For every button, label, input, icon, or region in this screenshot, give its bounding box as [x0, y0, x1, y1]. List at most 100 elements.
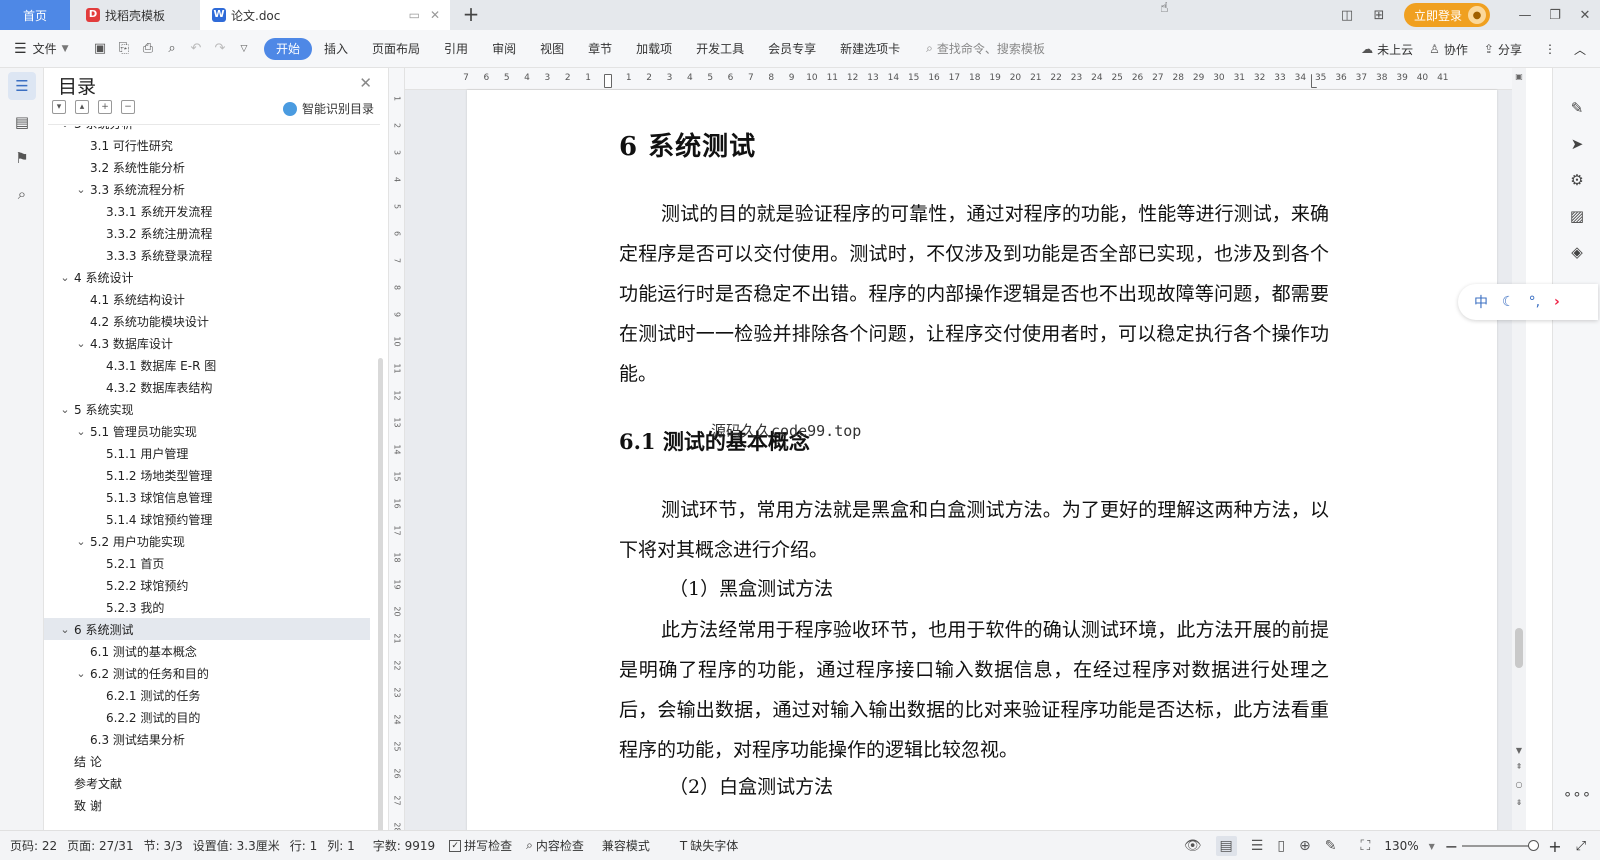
toc-item[interactable]: 参考文献: [44, 772, 370, 794]
select-browse-icon[interactable]: ○: [1512, 780, 1526, 789]
toc-item[interactable]: 3.3.3 系统登录流程: [44, 244, 370, 266]
toc-item[interactable]: 5.2.3 我的: [44, 596, 370, 618]
toc-item[interactable]: 致 谢: [44, 794, 370, 816]
cloud-status-button[interactable]: ☁ 未上云: [1361, 41, 1413, 58]
toc-item[interactable]: 4.2 系统功能模块设计: [44, 310, 370, 332]
toc-item[interactable]: 6.2.1 测试的任务: [44, 684, 370, 706]
prev-page-icon[interactable]: ⇞: [1512, 762, 1526, 771]
spell-check-button[interactable]: ✓ 拼写检查: [449, 837, 512, 854]
toc-item[interactable]: ⌄ 5 系统实现: [44, 398, 370, 420]
chevron-down-icon[interactable]: ⌄: [58, 271, 72, 284]
toc-item[interactable]: 4.1 系统结构设计: [44, 288, 370, 310]
print-preview-icon[interactable]: ⌕: [160, 37, 184, 61]
image-icon[interactable]: ▨: [1565, 204, 1589, 228]
remove-heading-icon[interactable]: −: [121, 100, 135, 114]
window-close-icon[interactable]: ✕: [1570, 8, 1600, 23]
chevron-down-icon[interactable]: ⌄: [58, 126, 72, 130]
indent-marker[interactable]: [604, 74, 612, 88]
web-view-icon[interactable]: ⊕: [1299, 838, 1311, 854]
next-page-icon[interactable]: ⇟: [1512, 798, 1526, 807]
add-heading-icon[interactable]: +: [98, 100, 112, 114]
toc-item[interactable]: ⌄3 系统分析: [44, 126, 370, 134]
collapse-ribbon-icon[interactable]: ︿: [1574, 41, 1586, 58]
ribbon-tab[interactable]: 会员专享: [756, 38, 828, 60]
file-menu-button[interactable]: ☰ 文件 ▼: [14, 40, 88, 57]
ribbon-tab[interactable]: 加载项: [624, 38, 684, 60]
chevron-right-icon[interactable]: ›: [1554, 294, 1560, 310]
chevron-down-icon[interactable]: ⌄: [74, 667, 88, 680]
export-pdf-icon[interactable]: ⎘: [112, 37, 136, 61]
toc-item[interactable]: ⌄ 3.3 系统流程分析: [44, 178, 370, 200]
chapter-nav-icon[interactable]: ▤: [8, 108, 36, 136]
more-options-icon[interactable]: ⋮: [1544, 42, 1556, 56]
ribbon-tab[interactable]: 章节: [576, 38, 624, 60]
zoom-slider-knob[interactable]: [1528, 840, 1540, 851]
document-page[interactable]: 6 系统测试 测试的目的就是验证程序的可靠性，通过对程序的功能，性能等进行测试，…: [467, 90, 1497, 830]
toc-item[interactable]: 5.1.3 球馆信息管理: [44, 486, 370, 508]
missing-font-button[interactable]: T 缺失字体: [680, 837, 738, 854]
find-icon[interactable]: ⌕: [8, 180, 36, 208]
chevron-down-icon[interactable]: ⌄: [74, 425, 88, 438]
zoom-in-icon[interactable]: +: [1548, 837, 1561, 856]
zoom-dropdown-icon[interactable]: ▼: [1429, 842, 1435, 851]
outline-view-icon[interactable]: ☰: [1251, 838, 1264, 854]
ribbon-tab[interactable]: 页面布局: [360, 38, 432, 60]
toc-item[interactable]: ⌄ 5.1 管理员功能实现: [44, 420, 370, 442]
toc-item[interactable]: ⌄ 6.2 测试的任务和目的: [44, 662, 370, 684]
content-check-button[interactable]: ⌕ 内容检查: [526, 837, 584, 854]
zoom-out-icon[interactable]: −: [1445, 837, 1458, 856]
chevron-down-icon[interactable]: ⌄: [74, 183, 88, 196]
layout-icon[interactable]: ◫: [1336, 5, 1358, 25]
toc-item[interactable]: 5.1.2 场地类型管理: [44, 464, 370, 486]
toc-item[interactable]: 3.1 可行性研究: [44, 134, 370, 156]
moon-icon[interactable]: ☾: [1502, 294, 1515, 310]
toc-item[interactable]: 6.2.2 测试的目的: [44, 706, 370, 728]
apps-grid-icon[interactable]: ⊞: [1368, 5, 1390, 25]
tab-float-icon[interactable]: ▭: [409, 8, 420, 22]
toc-item[interactable]: 4.3.1 数据库 E-R 图: [44, 354, 370, 376]
document-scrollbar[interactable]: ▣ ▼ ⇞ ○ ⇟: [1512, 68, 1526, 830]
chevron-down-icon[interactable]: ⌄: [74, 535, 88, 548]
scrollbar-thumb[interactable]: [1515, 628, 1523, 668]
ime-language[interactable]: 中: [1474, 292, 1488, 312]
word-count[interactable]: 字数: 9919: [373, 837, 435, 854]
ribbon-tab[interactable]: 新建选项卡: [828, 38, 912, 60]
undo-icon[interactable]: ↶: [184, 37, 208, 61]
toc-item[interactable]: ⌄ 4.3 数据库设计: [44, 332, 370, 354]
toc-item[interactable]: 3.2 系统性能分析: [44, 156, 370, 178]
write-mode-icon[interactable]: ✎: [1325, 838, 1337, 854]
close-icon[interactable]: ✕: [359, 74, 372, 92]
read-view-icon[interactable]: ▯: [1277, 838, 1285, 854]
scroll-options-icon[interactable]: ▣: [1512, 72, 1526, 81]
bookmark-icon[interactable]: ⚑: [8, 144, 36, 172]
toc-item[interactable]: 5.2.2 球馆预约: [44, 574, 370, 596]
toc-item[interactable]: 6.3 测试结果分析: [44, 728, 370, 750]
ribbon-tab[interactable]: 插入: [312, 38, 360, 60]
select-pointer-icon[interactable]: ➤: [1565, 132, 1589, 156]
login-button[interactable]: 立即登录 ●: [1403, 3, 1490, 27]
scroll-down-icon[interactable]: ▼: [1512, 746, 1526, 755]
expand-all-icon[interactable]: ▾: [52, 100, 66, 114]
page-view-icon[interactable]: ▤: [1215, 836, 1237, 856]
collaborate-button[interactable]: ♙ 协作: [1429, 41, 1468, 58]
toc-item[interactable]: ⌄ 6 系统测试: [44, 618, 370, 640]
zoom-level[interactable]: 130%: [1384, 839, 1418, 853]
punctuation-icon[interactable]: °,: [1529, 294, 1540, 310]
toc-item[interactable]: 6.1 测试的基本概念: [44, 640, 370, 662]
ribbon-tab[interactable]: 引用: [432, 38, 480, 60]
toc-item[interactable]: 3.3.2 系统注册流程: [44, 222, 370, 244]
toc-item[interactable]: 5.2.1 首页: [44, 552, 370, 574]
tab-close-icon[interactable]: ✕: [430, 8, 440, 22]
eye-protection-icon[interactable]: 👁: [1184, 838, 1202, 854]
tab-template[interactable]: D 找稻壳模板: [72, 0, 198, 30]
toc-scrollbar[interactable]: [378, 358, 383, 860]
ribbon-tab[interactable]: 审阅: [480, 38, 528, 60]
page-count[interactable]: 页面: 27/31: [67, 837, 133, 854]
redo-icon[interactable]: ↷: [208, 37, 232, 61]
toc-item[interactable]: 5.1.4 球馆预约管理: [44, 508, 370, 530]
ribbon-tab[interactable]: 视图: [528, 38, 576, 60]
toc-item[interactable]: 3.3.1 系统开发流程: [44, 200, 370, 222]
fit-page-icon[interactable]: ⛶: [1361, 838, 1371, 854]
chevron-down-icon[interactable]: ⌄: [58, 403, 72, 416]
toc-panel-icon[interactable]: ☰: [8, 72, 36, 100]
